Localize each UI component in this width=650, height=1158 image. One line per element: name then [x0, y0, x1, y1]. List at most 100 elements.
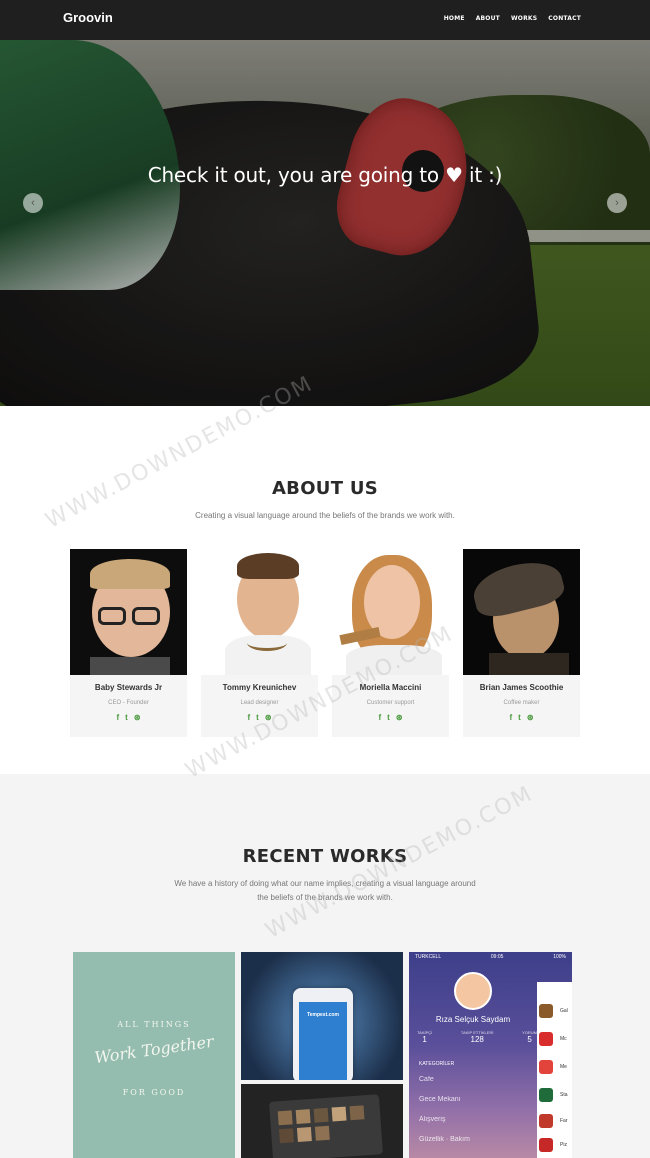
battery-label: 100%: [553, 954, 566, 960]
team-social: f t ⊛: [463, 713, 580, 722]
team-role: CEO - Founder: [108, 700, 149, 706]
twitter-icon[interactable]: t: [125, 713, 128, 722]
dribbble-icon[interactable]: ⊛: [527, 713, 534, 722]
profile-name: Rıza Selçuk Saydam: [435, 1015, 511, 1024]
team-name: Moriella Maccini: [359, 683, 422, 692]
stat-comments: YORUM 5: [522, 1030, 537, 1044]
nav-home-link[interactable]: HOME: [444, 15, 465, 22]
app-icon: [539, 1138, 553, 1152]
stat-followers: TAKİPÇİ 1: [417, 1030, 432, 1044]
top-navbar: Groovin HOME ABOUT WORKS CONTACT: [0, 0, 650, 40]
team-role: Lead designer: [240, 700, 279, 706]
facebook-icon[interactable]: f: [509, 713, 512, 722]
nav-works-link[interactable]: WORKS: [511, 15, 537, 22]
carrier-label: TURKCELL: [415, 954, 442, 960]
works-subtitle-line2: the beliefs of the brands we work with.: [257, 893, 393, 902]
app-label: Mc: [560, 1036, 567, 1042]
facebook-icon[interactable]: f: [116, 713, 119, 722]
time-label: 09:05: [490, 954, 504, 960]
twitter-icon[interactable]: t: [387, 713, 390, 722]
phone-screen: Tempest.com: [299, 1002, 347, 1080]
team-role: Customer support: [366, 700, 415, 706]
stat-value: 5: [527, 1035, 532, 1044]
category-item: Cafe: [419, 1076, 434, 1083]
hero-title-start: Check it out, you are going to: [147, 163, 439, 187]
app-label: Gal: [560, 1008, 568, 1014]
portfolio-item[interactable]: ALL THINGS Work Together FOR GOOD: [73, 952, 235, 1158]
team-social: f t ⊛: [201, 713, 318, 722]
portfolio-item[interactable]: Tempest.com: [241, 952, 403, 1080]
dribbble-icon[interactable]: ⊛: [265, 713, 272, 722]
team-role: Coffee maker: [503, 700, 540, 706]
app-icon: [539, 1060, 553, 1074]
portfolio-item[interactable]: [241, 1084, 403, 1158]
facebook-icon[interactable]: f: [378, 713, 381, 722]
team-photo: [70, 549, 187, 675]
team-photo: [332, 549, 449, 675]
app-label: Piz: [560, 1142, 567, 1148]
app-icon: [539, 1032, 553, 1046]
category-item: Gece Mekanı: [419, 1096, 461, 1103]
hero-title-end: it :): [468, 163, 503, 187]
works-title: RECENT WORKS: [242, 846, 408, 867]
app-label: Me: [560, 1064, 567, 1070]
poster-line2: Work Together: [93, 1031, 215, 1068]
stat-label: YORUM: [522, 1030, 537, 1035]
team-name: Baby Stewards Jr: [94, 683, 163, 692]
team-photo: [201, 549, 318, 675]
phone-mockup: Tempest.com: [293, 988, 353, 1080]
hero-overlay: [0, 40, 650, 406]
app-icon: [539, 1088, 553, 1102]
phone-app-name: Tempest.com: [307, 1012, 339, 1018]
brand-logo[interactable]: Groovin: [63, 10, 113, 25]
team-card: Brian James Scoothie Coffee maker f t ⊛: [463, 549, 580, 737]
category-item: Alışveriş: [419, 1116, 446, 1123]
poster-line1: ALL THINGS: [117, 1020, 191, 1029]
tablet-mockup: [269, 1094, 383, 1158]
poster-line3: FOR GOOD: [122, 1088, 186, 1097]
stat-following: TAKİP ETTİKLERİ 128: [461, 1030, 494, 1044]
team-social: f t ⊛: [70, 713, 187, 722]
twitter-icon[interactable]: t: [518, 713, 521, 722]
phone-status-bar: TURKCELL 09:05 100%: [409, 952, 572, 964]
about-subtitle: Creating a visual language around the be…: [195, 511, 455, 520]
team-card: Baby Stewards Jr CEO - Founder f t ⊛: [70, 549, 187, 737]
team-name: Tommy Kreunichev: [222, 683, 297, 692]
stat-value: 1: [422, 1035, 427, 1044]
app-icon: [539, 1114, 553, 1128]
twitter-icon[interactable]: t: [256, 713, 259, 722]
heart-icon: ♥: [445, 163, 463, 187]
team-card: Tommy Kreunichev Lead designer f t ⊛: [201, 549, 318, 737]
app-label: Sta: [560, 1092, 568, 1098]
dribbble-icon[interactable]: ⊛: [134, 713, 141, 722]
slider-prev-button[interactable]: ‹: [23, 193, 43, 213]
team-name: Brian James Scoothie: [479, 683, 564, 692]
hero-slider: Check it out, you are going to ♥ it :) ‹…: [0, 40, 650, 406]
slider-next-button[interactable]: ›: [607, 193, 627, 213]
dribbble-icon[interactable]: ⊛: [396, 713, 403, 722]
works-subtitle-line1: We have a history of doing what our name…: [174, 879, 476, 888]
chevron-left-icon: ‹: [31, 197, 35, 209]
team-card: Moriella Maccini Customer support f t ⊛: [332, 549, 449, 737]
stat-label: TAKİPÇİ: [417, 1030, 433, 1035]
team-photo: [463, 549, 580, 675]
app-icon: [539, 1004, 553, 1018]
profile-stats: TAKİPÇİ 1 TAKİP ETTİKLERİ 128 YORUM 5: [417, 1030, 537, 1044]
page: Groovin HOME ABOUT WORKS CONTACT Check i…: [0, 0, 650, 1158]
about-section: ABOUT US Creating a visual language arou…: [0, 406, 650, 774]
main-menu: HOME ABOUT WORKS CONTACT: [444, 15, 581, 22]
portfolio-item[interactable]: TURKCELL 09:05 100% Rıza Selçuk Saydam T…: [409, 952, 572, 1158]
team-social: f t ⊛: [332, 713, 449, 722]
avatar: [454, 972, 492, 1010]
nav-contact-link[interactable]: CONTACT: [548, 15, 581, 22]
stat-label: TAKİP ETTİKLERİ: [460, 1030, 494, 1035]
app-label: Far: [560, 1118, 568, 1124]
facebook-icon[interactable]: f: [247, 713, 250, 722]
category-item: Güzellik · Bakım: [419, 1136, 470, 1143]
hero-title: Check it out, you are going to ♥ it :): [0, 163, 650, 187]
stat-value: 128: [470, 1035, 484, 1044]
category-header: KATEGORİLER: [419, 1061, 455, 1067]
works-section: RECENT WORKS We have a history of doing …: [0, 774, 650, 1158]
about-title: ABOUT US: [271, 478, 379, 499]
nav-about-link[interactable]: ABOUT: [476, 15, 500, 22]
